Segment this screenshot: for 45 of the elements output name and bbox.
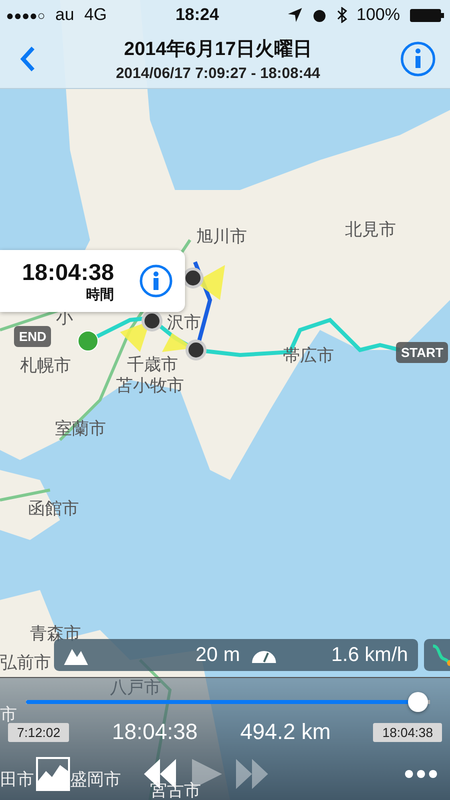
place-label: 青森市 [30, 623, 81, 645]
network-label: 4G [84, 5, 107, 25]
signal-strength: ●●●●○ [6, 8, 46, 22]
start-tag: START [396, 342, 448, 363]
place-label: 札幌市 [20, 355, 71, 377]
place-label: 沢市 [167, 312, 201, 334]
end-pin[interactable] [78, 330, 98, 352]
info-button[interactable] [139, 264, 173, 298]
nav-title: 2014年6月17日火曜日 [124, 38, 312, 62]
altitude-value: 20 m [194, 644, 240, 666]
place-label: 盛岡市 [70, 769, 121, 791]
battery-percent: 100% [356, 5, 400, 25]
nav-subtitle: 2014/06/17 7:09:27 - 18:08:44 [116, 65, 320, 82]
place-label: 北見市 [345, 219, 396, 241]
bluetooth-icon [336, 7, 347, 23]
callout-time: 18:04:38 [22, 258, 114, 286]
place-label: 八戸市 [110, 677, 161, 699]
battery-icon [410, 8, 444, 22]
place-label: 函館市 [28, 498, 79, 520]
chart-button[interactable] [36, 757, 70, 791]
current-time: 18:04:38 [112, 719, 198, 745]
info-button[interactable] [400, 41, 436, 77]
distance-value: 494.2 km [240, 719, 331, 745]
place-label: 宮古市 [150, 780, 201, 800]
clock-label: 18:24 [175, 5, 219, 25]
place-label: 旭川市 [196, 226, 247, 248]
start-time: 7:12:02 [8, 722, 70, 742]
end-time: 18:04:38 [373, 722, 442, 742]
speed-value: 1.6 km/h [330, 644, 408, 666]
place-label: 室蘭市 [55, 418, 106, 440]
fast-forward-icon [236, 759, 268, 789]
location-arrow-icon [288, 8, 302, 22]
route-button[interactable] [424, 639, 450, 671]
place-label: 田市 [0, 769, 34, 791]
place-label: 帯広市 [283, 345, 334, 367]
back-button[interactable] [20, 45, 36, 73]
place-label: 千歳市 [127, 354, 178, 376]
place-label: 弘前市 [0, 652, 51, 674]
callout-label: 時間 [86, 286, 114, 304]
carrier-label: au [55, 5, 74, 25]
camera-marker[interactable] [182, 264, 226, 302]
place-label: 苫小牧市 [116, 375, 184, 397]
slider-thumb[interactable] [408, 692, 428, 712]
end-tag: END [14, 326, 52, 347]
more-button[interactable] [404, 769, 438, 779]
